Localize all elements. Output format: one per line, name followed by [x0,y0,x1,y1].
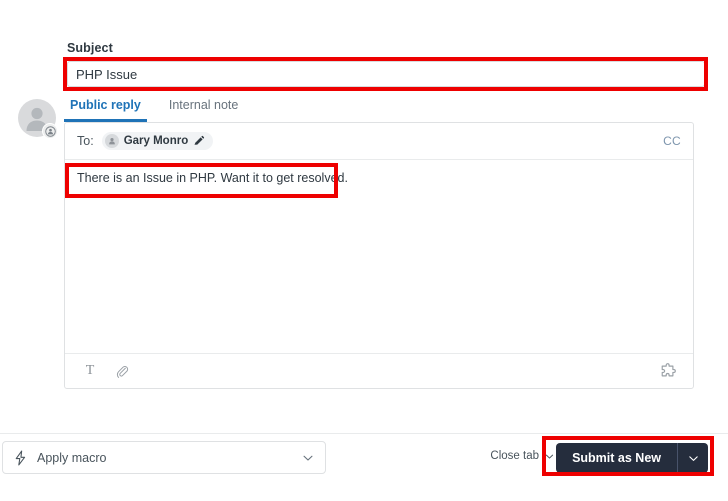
submit-button-group: Submit as New [556,443,708,473]
person-small-icon [44,125,56,137]
lightning-bolt-glyph [15,450,26,465]
chevron-down-icon [301,451,315,465]
apply-macro-label: Apply macro [37,450,107,465]
avatar [18,99,58,139]
apply-macro-select[interactable]: Apply macro [2,441,326,474]
puzzle-piece-glyph [661,363,676,377]
tab-public-reply[interactable]: Public reply [64,98,147,122]
footer-bar: Apply macro Close tab Submit as New [0,434,728,501]
composer-tabs: Public reply Internal note [64,98,244,122]
close-tab-button[interactable]: Close tab [490,450,555,462]
apps-icon[interactable] [655,359,681,383]
to-label: To: [77,134,94,148]
chevron-down-icon-submit [688,455,698,461]
reply-body-text: There is an Issue in PHP. Want it to get… [77,171,348,185]
subject-label: Subject [67,41,113,55]
pencil-edit-icon[interactable] [193,135,205,147]
subject-input[interactable] [67,61,705,87]
close-tab-label: Close tab [490,450,539,462]
avatar-status-badge [42,123,58,139]
lightning-bolt-icon [13,450,28,466]
recipient-name: Gary Monro [123,135,189,147]
chevron-down-glyph [303,455,313,461]
editor-toolbar: T [65,353,693,388]
person-mini-icon [108,138,115,145]
chevron-down-glyph-small [545,454,554,459]
submit-as-new-button[interactable]: Submit as New [556,443,677,473]
tab-internal-note[interactable]: Internal note [163,98,245,122]
chevron-down-icon-close-tab [544,451,555,462]
reply-body-area[interactable]: There is an Issue in PHP. Want it to get… [65,160,693,354]
text-format-icon[interactable]: T [77,359,103,383]
submit-dropdown-button[interactable] [678,443,708,473]
composer-card: To: Gary Monro CC There is an Issue in P… [64,122,694,389]
ticket-composer-screen: Subject Public reply Internal note To: [0,0,728,501]
cc-link[interactable]: CC [663,134,681,148]
paperclip-glyph [116,365,128,378]
recipient-chip[interactable]: Gary Monro [101,132,214,150]
recipient-avatar-icon [104,134,119,148]
recipient-row: To: Gary Monro CC [65,123,693,160]
attachment-icon[interactable] [109,359,135,383]
